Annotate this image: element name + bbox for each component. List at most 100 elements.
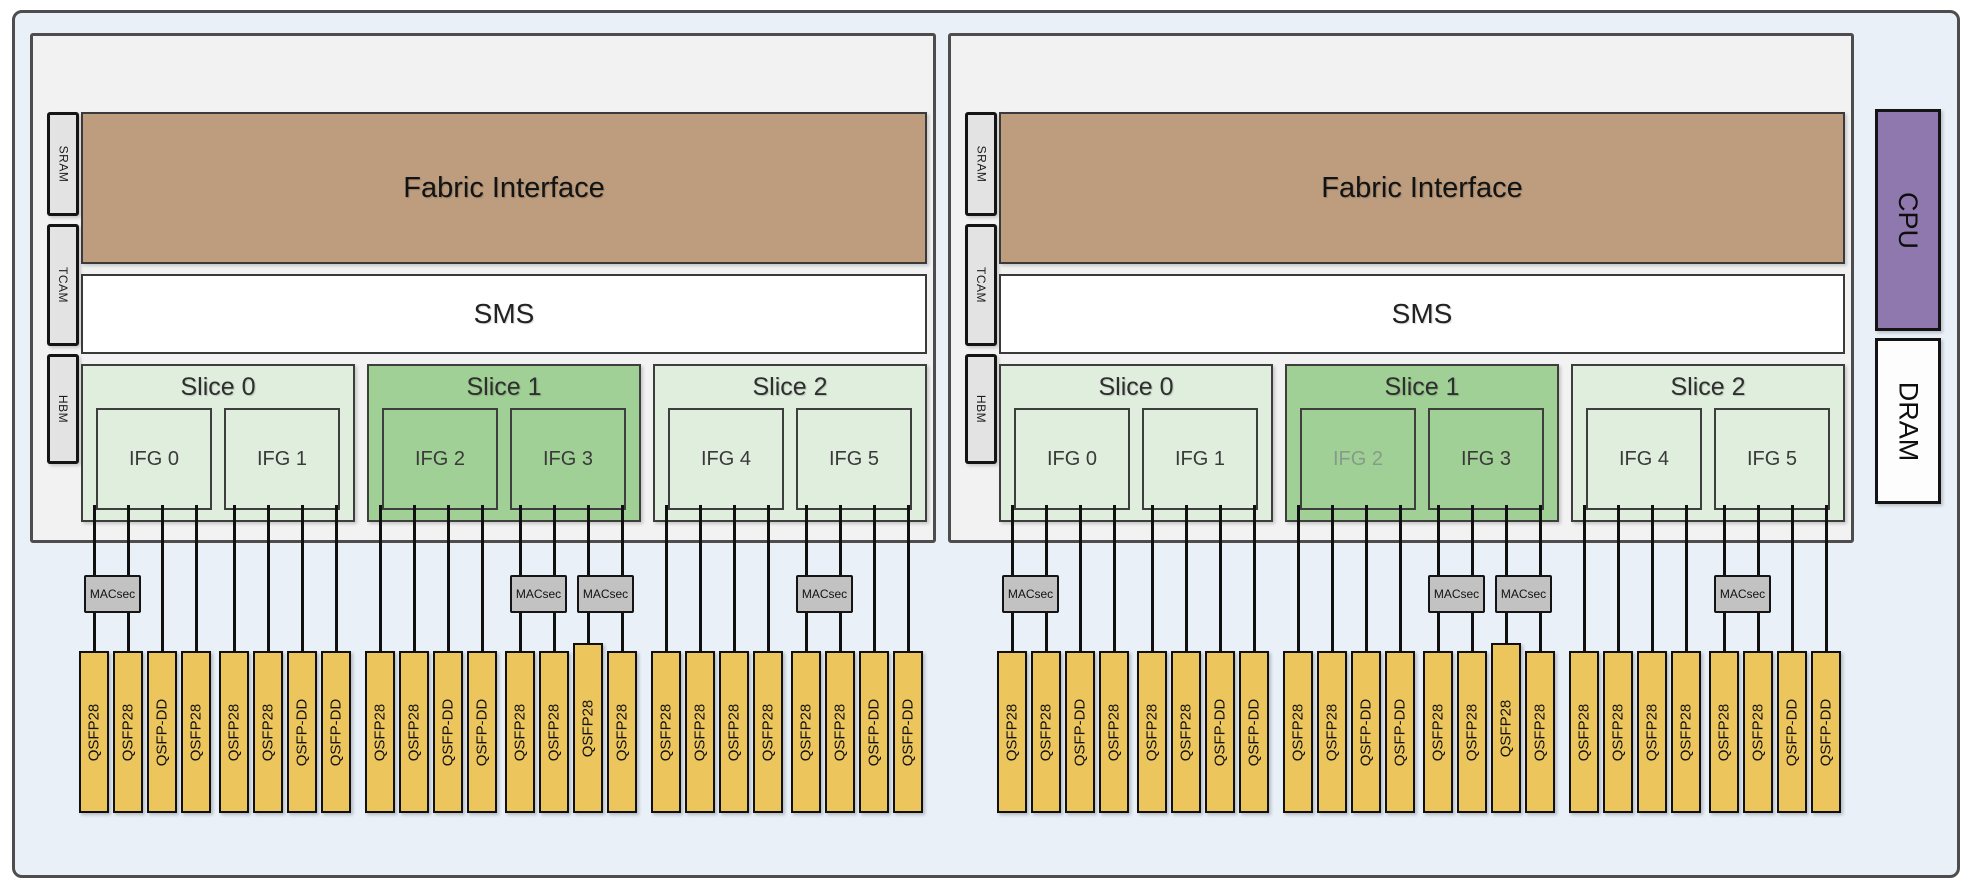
qsfp-port: QSFP-DD bbox=[147, 651, 177, 813]
line-cell bbox=[365, 505, 395, 651]
ifg-label: IFG 1 bbox=[256, 447, 307, 470]
slices-row: Slice 0 IFG 0 IFG 1 Slice 1 IFG 2 IFG 3 Slice … bbox=[81, 364, 927, 522]
line-cell bbox=[1569, 505, 1599, 651]
ifg-block: IFG 1 bbox=[224, 408, 340, 510]
tcam-label: TCAM bbox=[974, 267, 988, 303]
port-group: MACsec QSFP28 QSFP28 QSFP-DD QSFP-DD bbox=[791, 505, 923, 813]
asic-package: SRAM TCAM HBM Fabric Interface SMS Slice 0 IFG… bbox=[948, 33, 1854, 543]
macsec-block: MACsec bbox=[510, 575, 567, 613]
port-line bbox=[1650, 505, 1654, 651]
qsfp-port: QSFP28 bbox=[825, 651, 855, 813]
qsfp-port-label: QSFP-DD bbox=[1357, 698, 1375, 766]
qsfp-port: QSFP-DD bbox=[1777, 651, 1807, 813]
dram-block: DRAM bbox=[1875, 338, 1941, 504]
qsfp-port: QSFP28 bbox=[1423, 651, 1453, 813]
qsfp-port-label: QSFP28 bbox=[85, 703, 103, 761]
line-cell bbox=[467, 505, 497, 651]
qsfp-port-label: QSFP28 bbox=[225, 703, 243, 761]
port-cluster: QSFP28 QSFP28 QSFP-DD QSFP-DD MACsec MACsec QS… bbox=[364, 505, 638, 813]
slice-block: Slice 1 IFG 2 IFG 3 bbox=[1285, 364, 1559, 522]
port-line bbox=[872, 505, 876, 651]
qsfp-port-label: QSFP28 bbox=[1677, 703, 1695, 761]
qsfp-port: QSFP28 bbox=[113, 651, 143, 813]
ifg-block: IFG 3 bbox=[1428, 408, 1544, 510]
macsec-block: MACsec bbox=[1002, 575, 1059, 613]
port-group: QSFP28 QSFP28 QSFP28 QSFP28 bbox=[651, 505, 783, 813]
port-group: QSFP28 QSFP28 QSFP-DD QSFP-DD bbox=[219, 505, 351, 813]
line-cell bbox=[147, 505, 177, 651]
qsfp-port: QSFP28 bbox=[1603, 651, 1633, 813]
ifg-block: IFG 4 bbox=[668, 408, 784, 510]
qsfp-port-label: QSFP28 bbox=[119, 703, 137, 761]
port-line bbox=[232, 505, 236, 651]
ifg-block: IFG 2 bbox=[1300, 408, 1416, 510]
sms-block: SMS bbox=[81, 274, 927, 354]
qsfp-port-label: QSFP-DD bbox=[1211, 698, 1229, 766]
qsfp-port-label: QSFP28 bbox=[1289, 703, 1307, 761]
port-line bbox=[266, 505, 270, 651]
line-cell bbox=[1171, 505, 1201, 651]
port-line bbox=[1218, 505, 1222, 651]
qsfp-port: QSFP28 bbox=[1137, 651, 1167, 813]
ifg-block: IFG 4 bbox=[1586, 408, 1702, 510]
ifg-row: IFG 4 IFG 5 bbox=[1573, 408, 1843, 510]
slice-block: Slice 1 IFG 2 IFG 3 bbox=[367, 364, 641, 522]
qsfp-port-label: QSFP28 bbox=[613, 703, 631, 761]
ifg-label: IFG 5 bbox=[1746, 447, 1797, 470]
ports-row: QSFP28 QSFP28 QSFP-DD QSFP-DD bbox=[1283, 651, 1415, 821]
qsfp-port: QSFP28 bbox=[1637, 651, 1667, 813]
port-lines bbox=[1569, 505, 1701, 651]
qsfp-port: QSFP-DD bbox=[287, 651, 317, 813]
qsfp-port: QSFP28 bbox=[1743, 651, 1773, 813]
line-cell bbox=[1351, 505, 1381, 651]
ifg-block: IFG 0 bbox=[1014, 408, 1130, 510]
cpu-block: CPU bbox=[1875, 109, 1941, 331]
ifg-label: IFG 0 bbox=[1046, 447, 1097, 470]
qsfp-port-label: QSFP28 bbox=[797, 703, 815, 761]
qsfp-port-label: QSFP-DD bbox=[865, 698, 883, 766]
qsfp-port: QSFP28 bbox=[791, 651, 821, 813]
qsfp-port-label: QSFP28 bbox=[691, 703, 709, 761]
port-line bbox=[1398, 505, 1402, 651]
qsfp-port-label: QSFP28 bbox=[1609, 703, 1627, 761]
qsfp-port-label: QSFP28 bbox=[759, 703, 777, 761]
port-cluster: MACsec QSFP28 QSFP28 QSFP-DD QSFP28 QSFP28 QSF… bbox=[996, 505, 1270, 813]
tcam-label: TCAM bbox=[56, 267, 70, 303]
ports-row: QSFP28 QSFP28 QSFP-DD QSFP28 bbox=[997, 651, 1129, 821]
port-line bbox=[732, 505, 736, 651]
port-line bbox=[378, 505, 382, 651]
ifg-label: IFG 0 bbox=[128, 447, 179, 470]
port-line bbox=[1078, 505, 1082, 651]
asic-package: SRAM TCAM HBM Fabric Interface SMS Slice 0 IFG… bbox=[30, 33, 936, 543]
slice-block: Slice 2 IFG 4 IFG 5 bbox=[653, 364, 927, 522]
slice-block: Slice 0 IFG 0 IFG 1 bbox=[999, 364, 1273, 522]
line-cell bbox=[1317, 505, 1347, 651]
slice-block: Slice 2 IFG 4 IFG 5 bbox=[1571, 364, 1845, 522]
port-cluster: QSFP28 QSFP28 QSFP28 QSFP28 MACsec QSFP28 QSFP… bbox=[1568, 505, 1842, 813]
line-cell bbox=[433, 505, 463, 651]
tcam-block: TCAM bbox=[47, 224, 79, 346]
slice-block: Slice 0 IFG 0 IFG 1 bbox=[81, 364, 355, 522]
port-line bbox=[1364, 505, 1368, 651]
ports-row: QSFP28 QSFP28 QSFP28 QSFP28 bbox=[1569, 651, 1701, 821]
ports-section: MACsec QSFP28 QSFP28 QSFP-DD QSFP28 QSFP28 QSF… bbox=[78, 505, 924, 813]
qsfp-port: QSFP28 bbox=[1457, 651, 1487, 813]
qsfp-port: QSFP-DD bbox=[893, 651, 923, 813]
qsfp-port-label: QSFP28 bbox=[725, 703, 743, 761]
fabric-interface-block: Fabric Interface bbox=[81, 112, 927, 264]
qsfp-port: QSFP28 bbox=[1031, 651, 1061, 813]
qsfp-port: QSFP28 bbox=[573, 643, 603, 813]
ports-row: QSFP28 QSFP28 QSFP28 QSFP28 bbox=[505, 643, 637, 821]
qsfp-port: QSFP-DD bbox=[859, 651, 889, 813]
qsfp-port: QSFP28 bbox=[607, 651, 637, 813]
line-cell bbox=[859, 505, 889, 651]
port-cluster: MACsec QSFP28 QSFP28 QSFP-DD QSFP28 QSFP28 QSF… bbox=[78, 505, 352, 813]
line-cell bbox=[1065, 505, 1095, 651]
line-cell bbox=[893, 505, 923, 651]
port-group: QSFP28 QSFP28 QSFP28 QSFP28 bbox=[1569, 505, 1701, 813]
ifg-row: IFG 2 IFG 3 bbox=[1287, 408, 1557, 510]
qsfp-port-label: QSFP-DD bbox=[1245, 698, 1263, 766]
line-cell bbox=[1637, 505, 1667, 651]
ports-section: MACsec QSFP28 QSFP28 QSFP-DD QSFP28 QSFP28 QSF… bbox=[996, 505, 1842, 813]
qsfp-port: QSFP28 bbox=[253, 651, 283, 813]
